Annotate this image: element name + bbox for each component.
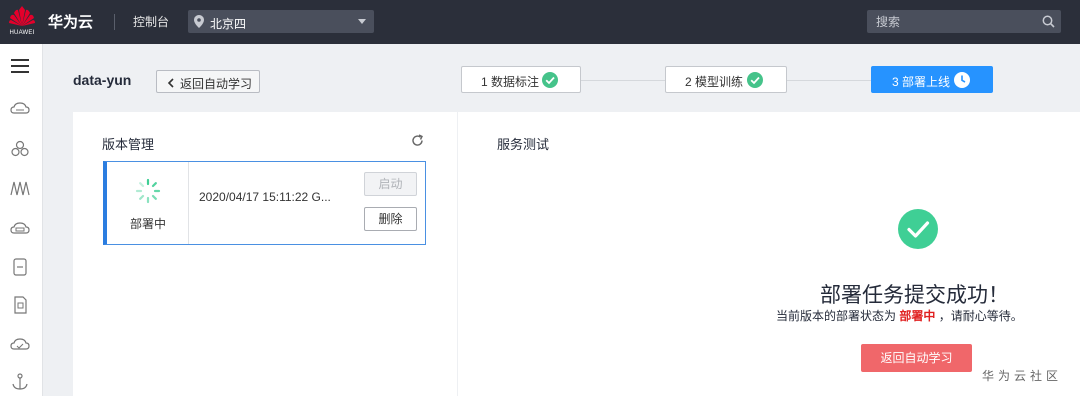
message-suffix: ，请耐心等待。 (938, 309, 1023, 323)
cluster-icon[interactable] (10, 139, 32, 159)
check-circle-icon (747, 72, 763, 88)
menu-icon[interactable] (10, 56, 32, 76)
panel-title: 版本管理 (102, 137, 155, 152)
chevron-down-icon (358, 19, 366, 24)
panel-title: 服务测试 (497, 137, 550, 152)
region-selector[interactable]: 北京四 (188, 10, 374, 33)
version-timestamp: 2020/04/17 15:11:22 G... (199, 190, 331, 204)
return-to-autolearning-button[interactable]: 返回自动学习 (861, 344, 972, 372)
top-navigation-bar: HUAWEI 华为云 控制台 北京四 (0, 0, 1080, 44)
success-check-icon (898, 209, 938, 249)
success-message: 当前版本的部署状态为 部署中 ，请耐心等待。 (776, 307, 1023, 324)
deploying-status-text: 部署中 (129, 217, 166, 231)
document-icon[interactable] (10, 295, 32, 315)
huawei-logo[interactable]: HUAWEI (6, 4, 38, 40)
check-circle-icon (542, 72, 558, 88)
step-label: 2 模型训练 (685, 75, 744, 89)
database-icon[interactable] (10, 257, 32, 277)
search-icon[interactable] (1042, 15, 1055, 31)
back-to-autolearning-button[interactable]: 返回自动学习 (156, 70, 260, 93)
deploy-status-highlight: 部署中 (899, 309, 936, 323)
watermark: 华为云社区 (982, 369, 1063, 383)
logo-text: HUAWEI (9, 30, 35, 36)
success-title: 部署任务提交成功！ (820, 284, 1009, 307)
step-deploy[interactable]: 3 部署上线 (871, 66, 993, 93)
chevron-left-icon (167, 77, 174, 91)
step-connector (581, 80, 665, 81)
loading-spinner-icon (135, 178, 161, 207)
version-status: 部署中 (107, 162, 189, 244)
region-label: 北京四 (210, 17, 247, 31)
back-label: 返回自动学习 (180, 77, 253, 91)
location-pin-icon (194, 15, 204, 31)
network-icon[interactable] (10, 178, 32, 198)
search-input[interactable] (867, 10, 1037, 33)
storage-icon[interactable] (10, 218, 32, 238)
delete-button[interactable]: 删除 (364, 207, 417, 231)
service-test-panel: 服务测试 部署任务提交成功！ 当前版本的部署状态为 部署中 ，请耐心等待。 返回… (458, 112, 1080, 396)
step-data-annotation[interactable]: 1 数据标注 (461, 66, 581, 93)
version-card[interactable]: 部署中 2020/04/17 15:11:22 G... 启动 删除 (103, 161, 426, 245)
message-prefix: 当前版本的部署状态为 (776, 309, 897, 323)
console-link[interactable]: 控制台 (133, 13, 169, 30)
refresh-icon[interactable] (411, 134, 424, 150)
step-connector (787, 80, 871, 81)
anchor-icon[interactable] (10, 372, 32, 392)
sidebar (0, 44, 43, 396)
search-box[interactable] (867, 10, 1061, 33)
clock-icon (954, 72, 970, 88)
version-management-panel: 版本管理 部署中 2020/04/17 15:11:22 G... 启动 删除 (73, 112, 457, 396)
step-label: 3 部署上线 (892, 75, 951, 89)
project-name: data-yun (73, 72, 132, 88)
step-label: 1 数据标注 (481, 75, 540, 89)
divider (114, 14, 115, 30)
brand-name[interactable]: 华为云 (48, 11, 93, 32)
step-model-training[interactable]: 2 模型训练 (665, 66, 787, 93)
start-button[interactable]: 启动 (364, 172, 417, 196)
cloud-server-icon[interactable] (10, 99, 32, 119)
cloud-icon[interactable] (10, 334, 32, 354)
